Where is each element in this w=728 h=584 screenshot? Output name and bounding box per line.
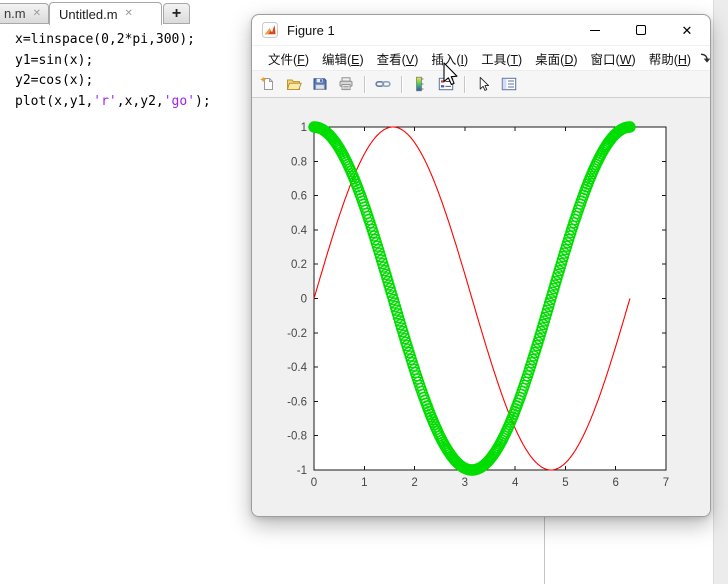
- desktop-right-strip: [713, 0, 728, 584]
- editor-tab-Untitled-m[interactable]: Untitled.m ✕: [49, 2, 162, 25]
- close-button[interactable]: ✕: [664, 15, 710, 45]
- menu-item-e[interactable]: 编辑(E): [317, 46, 369, 71]
- figure-canvas: 0 1 2 3 4 5 6 7 -1 -0.8 -0.6 -0.4 -0.2 0 0.2 0.4 0.6 0.8 1: [252, 98, 710, 516]
- svg-text:5: 5: [562, 477, 568, 489]
- svg-text:0: 0: [301, 294, 307, 306]
- editor-tab-n-m[interactable]: n.m ✕: [0, 3, 49, 24]
- code-segment-code: plot(x,y1,: [15, 93, 94, 109]
- close-icon: ✕: [681, 22, 693, 38]
- window-title: Figure 1: [287, 22, 335, 38]
- maximize-button[interactable]: [618, 15, 664, 45]
- svg-text:6: 6: [613, 477, 619, 489]
- mouse-cursor: [443, 62, 458, 86]
- svg-text:3: 3: [462, 477, 468, 489]
- tab-label: n.m: [3, 6, 26, 21]
- svg-text:-1: -1: [297, 465, 307, 477]
- svg-text:2: 2: [411, 477, 417, 489]
- svg-text:1: 1: [301, 122, 307, 134]
- code-segment-string: 'go': [163, 93, 196, 109]
- minimize-icon: [590, 29, 600, 31]
- menu-item-w[interactable]: 窗口(W): [586, 46, 641, 71]
- menu-item-h[interactable]: 帮助(H): [644, 46, 696, 71]
- axes-plot: 0 1 2 3 4 5 6 7 -1 -0.8 -0.6 -0.4 -0.2 0 0.2 0.4 0.6 0.8 1: [287, 121, 669, 489]
- svg-text:4: 4: [512, 477, 519, 489]
- save-figure-icon[interactable]: [310, 74, 330, 94]
- menu-item-t[interactable]: 工具(T): [476, 46, 527, 71]
- toolbar-separator: [364, 75, 365, 93]
- menu-overflow-wrap: [699, 52, 711, 65]
- insert-colorbar-icon[interactable]: [410, 74, 430, 94]
- window-controls: ✕: [572, 15, 710, 45]
- figure-menu-bar: 文件(F) 编辑(E) 查看(V) 插入(I) 工具(T) 桌面(D) 窗口(W) 帮助(H): [252, 45, 710, 71]
- code-segment-code: );: [195, 93, 211, 109]
- figure-toolbar: [252, 71, 710, 98]
- new-figure-icon[interactable]: [258, 74, 278, 94]
- panel-divider: [544, 517, 545, 584]
- code-segment-code: x=linspace(0,2*pi,300);: [15, 32, 196, 47]
- svg-text:7: 7: [663, 477, 669, 489]
- collapse-arrow-icon[interactable]: [699, 52, 711, 65]
- code-segment-code: y2=cos(x);: [15, 73, 94, 88]
- menu-item-f[interactable]: 文件(F): [263, 46, 314, 71]
- matlab-figure-icon: [262, 22, 278, 38]
- code-segment-string: 'r': [93, 93, 117, 109]
- figure-titlebar[interactable]: Figure 1 ✕: [252, 15, 710, 45]
- minimize-button[interactable]: [572, 15, 618, 45]
- svg-text:-0.6: -0.6: [287, 396, 307, 408]
- svg-text:0: 0: [311, 477, 317, 489]
- svg-text:0.6: 0.6: [291, 191, 307, 203]
- plot-tools-icon[interactable]: [499, 74, 519, 94]
- menu-item-d[interactable]: 桌面(D): [530, 46, 582, 71]
- toolbar-separator: [464, 75, 465, 93]
- svg-text:1: 1: [361, 477, 367, 489]
- print-figure-icon[interactable]: [336, 74, 356, 94]
- maximize-icon: [636, 25, 646, 35]
- close-tab-icon[interactable]: ✕: [125, 9, 133, 19]
- code-segment-code: y1=sin(x);: [15, 52, 94, 68]
- edit-plot-icon[interactable]: [473, 74, 493, 94]
- svg-text:0.8: 0.8: [291, 156, 307, 168]
- tab-label: Untitled.m: [59, 6, 118, 22]
- link-plot-icon[interactable]: [373, 74, 393, 94]
- code-segment-code: ,x,y2,: [116, 93, 164, 109]
- new-tab-button[interactable]: +: [163, 3, 190, 24]
- svg-text:0.4: 0.4: [291, 225, 308, 237]
- svg-text:-0.4: -0.4: [287, 362, 307, 374]
- toolbar-separator: [401, 75, 402, 93]
- open-file-icon[interactable]: [284, 74, 304, 94]
- figure-window: Figure 1 ✕ 文件(F) 编辑(E) 查看(V) 插入(I) 工具(T) 桌面(D…: [251, 14, 711, 517]
- svg-text:-0.8: -0.8: [287, 431, 307, 443]
- menu-item-v[interactable]: 查看(V): [372, 46, 424, 71]
- svg-text:-0.2: -0.2: [287, 328, 307, 340]
- svg-text:0.2: 0.2: [291, 259, 307, 271]
- close-tab-icon[interactable]: ✕: [33, 8, 41, 19]
